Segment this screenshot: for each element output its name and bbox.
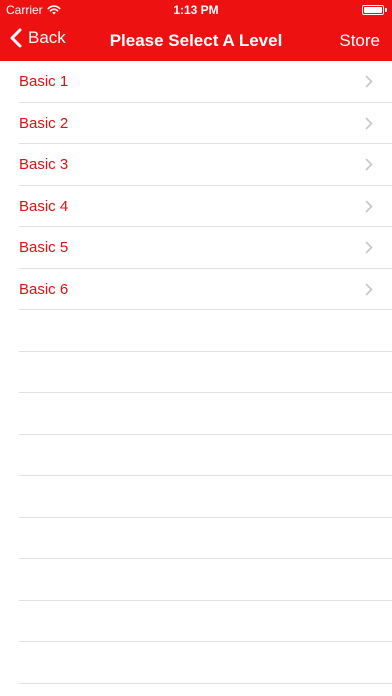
chevron-right-icon [365, 158, 373, 171]
empty-row [0, 352, 392, 394]
battery-tip [385, 8, 387, 12]
level-label: Basic 2 [19, 114, 69, 132]
empty-row [0, 393, 392, 435]
battery-icon [362, 5, 384, 15]
level-label: Basic 1 [19, 73, 69, 90]
level-row-basic-1[interactable]: Basic 1 [0, 61, 392, 103]
level-row-basic-5[interactable]: Basic 5 [0, 227, 392, 269]
top-bar: Carrier 1:13 PM Back Please Select A Lev… [0, 0, 392, 61]
page-title: Please Select A Level [109, 31, 283, 50]
empty-row [0, 518, 392, 560]
level-label: Basic 4 [19, 197, 69, 215]
level-label: Basic 6 [19, 280, 69, 298]
empty-row [0, 476, 392, 518]
level-label: Basic 3 [19, 156, 69, 173]
status-time: 1:13 PM [173, 3, 219, 17]
chevron-right-icon [365, 117, 373, 130]
empty-row [0, 310, 392, 352]
empty-row [0, 559, 392, 601]
empty-row [0, 642, 392, 684]
status-bar: Carrier 1:13 PM [0, 0, 392, 20]
level-list: Basic 1 Basic 2 Basic 3 Basic 4 Basic 5 … [0, 61, 392, 684]
level-row-basic-2[interactable]: Basic 2 [0, 103, 392, 145]
chevron-right-icon [365, 241, 373, 254]
store-button[interactable]: Store [339, 31, 380, 51]
chevron-right-icon [365, 75, 373, 88]
chevron-right-icon [365, 200, 373, 213]
level-row-basic-4[interactable]: Basic 4 [0, 186, 392, 228]
level-row-basic-3[interactable]: Basic 3 [0, 144, 392, 186]
empty-row [0, 435, 392, 477]
level-row-basic-6[interactable]: Basic 6 [0, 269, 392, 311]
empty-row [0, 601, 392, 643]
nav-bar: Back Please Select A Level Store [0, 20, 392, 61]
level-label: Basic 5 [19, 239, 69, 256]
chevron-right-icon [365, 283, 373, 296]
